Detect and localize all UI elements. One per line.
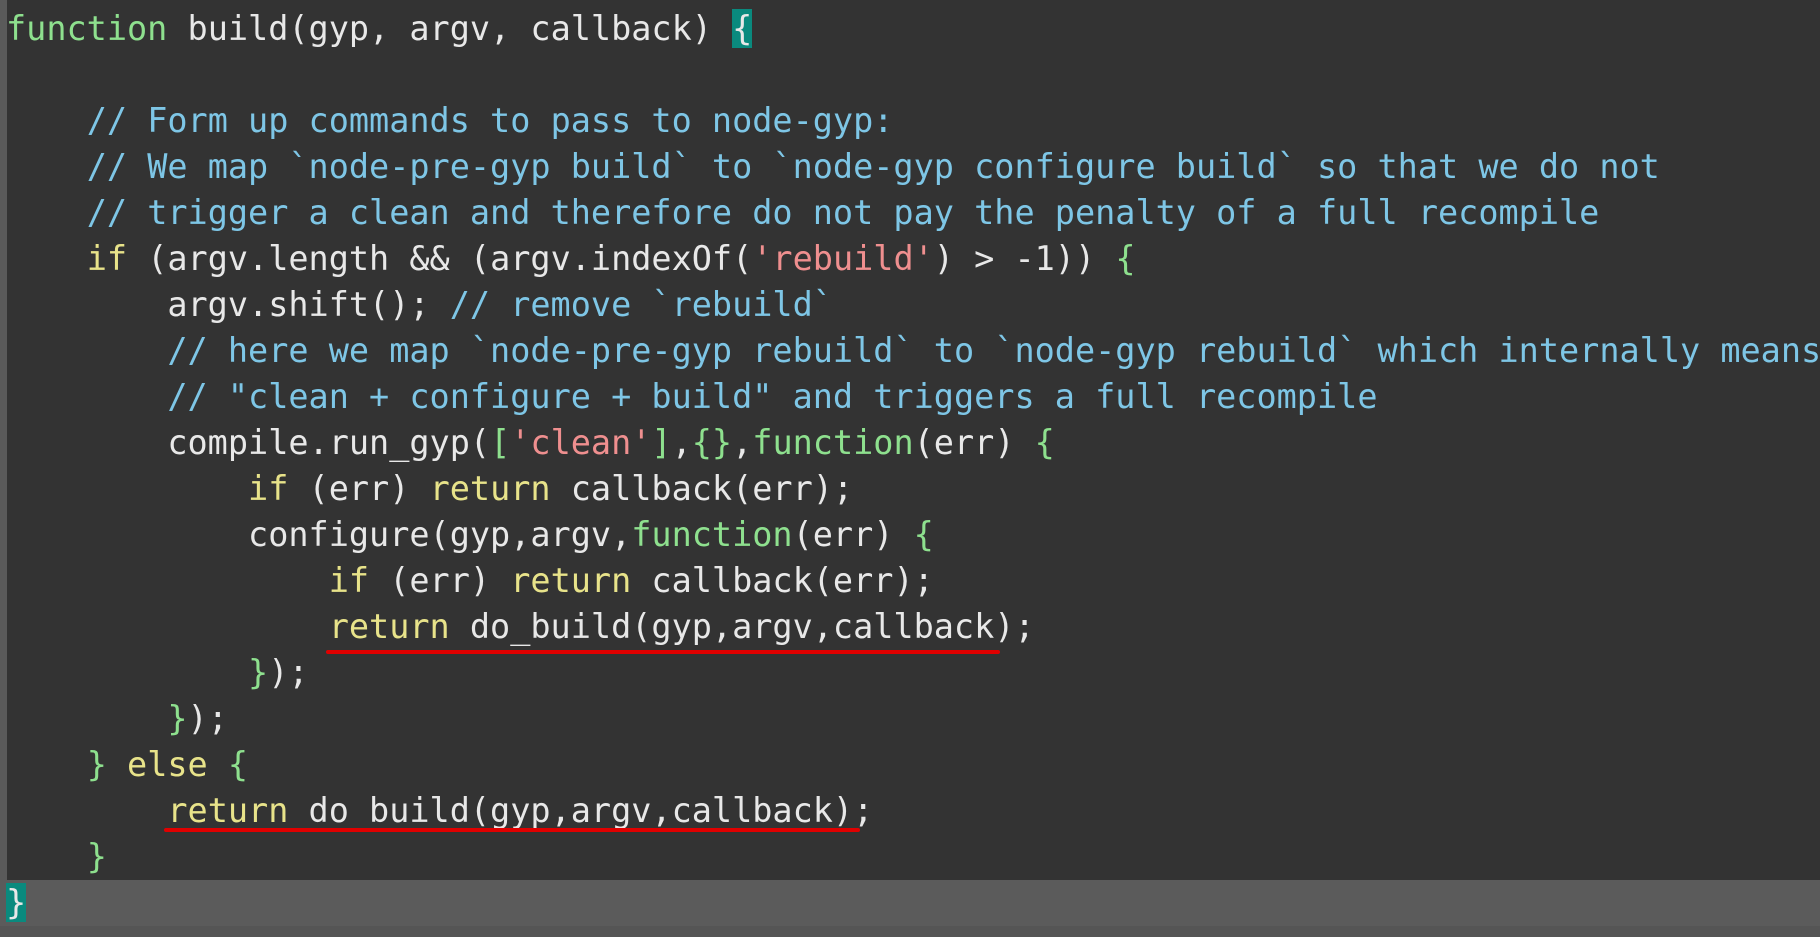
keyword-token: if: [86, 239, 128, 278]
string-token: 'rebuild': [752, 239, 934, 278]
code-token: compile.run_gyp(: [6, 423, 491, 462]
code-token: );: [268, 653, 309, 692]
code-editor[interactable]: function build(gyp, argv, callback) {​ /…: [0, 0, 1820, 937]
red-underline-annotation: [164, 828, 860, 832]
code-token: ,: [671, 423, 692, 462]
code-token: callback(err);: [631, 561, 934, 600]
keyword-token: return: [510, 561, 632, 600]
code-line[interactable]: if (err) return callback(err);: [6, 466, 1820, 512]
bracket-token: [: [490, 423, 511, 462]
red-underline-annotation: [326, 650, 1000, 654]
keyword-token: return: [328, 607, 450, 646]
code-token: do_build(gyp,argv,callback);: [288, 791, 874, 830]
code-line[interactable]: // trigger a clean and therefore do not …: [6, 190, 1820, 236]
code-token: ) > -1)): [933, 239, 1116, 278]
keyword-token: return: [429, 469, 551, 508]
comment-token: // "clean + configure + build" and trigg…: [167, 377, 1378, 416]
bracket-token: {: [1034, 423, 1055, 462]
code-token: build(gyp, argv, callback): [167, 9, 733, 48]
function-keyword-token: function: [752, 423, 914, 462]
bracket-token: {}: [691, 423, 733, 462]
code-token: callback(err);: [550, 469, 854, 508]
code-token: (err): [369, 561, 511, 600]
bracket-token: }: [86, 837, 107, 876]
code-line[interactable]: }: [6, 834, 1820, 880]
bracket-token: }: [167, 699, 188, 738]
keyword-token: if: [328, 561, 370, 600]
code-line[interactable]: });: [6, 696, 1820, 742]
code-line[interactable]: configure(gyp,argv,function(err) {: [6, 512, 1820, 558]
code-line[interactable]: // here we map `node-pre-gyp rebuild` to…: [6, 328, 1820, 374]
comment-token: // remove `rebuild`: [449, 285, 833, 324]
bracket-token: }: [86, 745, 107, 784]
code-token: (argv.length && (argv.indexOf(: [127, 239, 753, 278]
code-line[interactable]: function build(gyp, argv, callback) {: [6, 6, 1820, 52]
code-line[interactable]: ​: [6, 52, 1820, 98]
code-token: ,: [732, 423, 753, 462]
comment-token: // trigger a clean and therefore do not …: [86, 193, 1600, 232]
matched-brace-token: }: [6, 883, 27, 922]
code-token: configure(gyp,argv,: [6, 515, 632, 554]
function-keyword-token: function: [6, 9, 168, 48]
comment-token: // We map `node-pre-gyp build` to `node-…: [86, 147, 1660, 186]
bracket-token: ]: [651, 423, 672, 462]
code-token: do_build(gyp,argv,callback);: [449, 607, 1035, 646]
code-token: );: [187, 699, 228, 738]
code-token: (err): [792, 515, 914, 554]
code-line[interactable]: return do_build(gyp,argv,callback);: [6, 604, 1820, 650]
matched-brace-token: {: [732, 9, 753, 48]
editor-bottom-strip: [0, 926, 1820, 937]
code-line[interactable]: // We map `node-pre-gyp build` to `node-…: [6, 144, 1820, 190]
code-line[interactable]: } else {: [6, 742, 1820, 788]
bracket-token: {: [227, 745, 249, 784]
string-token: 'clean': [510, 423, 652, 462]
code-token: argv.shift();: [6, 285, 450, 324]
code-token: (err): [913, 423, 1035, 462]
bracket-token: {: [1115, 239, 1136, 278]
keyword-token: return: [167, 791, 289, 830]
code-area[interactable]: function build(gyp, argv, callback) {​ /…: [0, 6, 1820, 926]
comment-token: // Form up commands to pass to node-gyp:: [86, 101, 894, 140]
code-line[interactable]: }: [0, 880, 1820, 926]
code-line[interactable]: // "clean + configure + build" and trigg…: [6, 374, 1820, 420]
code-line[interactable]: });: [6, 650, 1820, 696]
bracket-token: }: [248, 653, 269, 692]
code-line[interactable]: compile.run_gyp(['clean'],{},function(er…: [6, 420, 1820, 466]
code-line[interactable]: if (argv.length && (argv.indexOf('rebuil…: [6, 236, 1820, 282]
bracket-token: {: [913, 515, 934, 554]
function-keyword-token: function: [631, 515, 793, 554]
code-line[interactable]: // Form up commands to pass to node-gyp:: [6, 98, 1820, 144]
code-line[interactable]: argv.shift(); // remove `rebuild`: [6, 282, 1820, 328]
code-line[interactable]: if (err) return callback(err);: [6, 558, 1820, 604]
code-token: (err): [288, 469, 430, 508]
keyword-token: if: [248, 469, 289, 508]
comment-token: // here we map `node-pre-gyp rebuild` to…: [167, 331, 1820, 370]
keyword-token: else: [127, 745, 208, 784]
